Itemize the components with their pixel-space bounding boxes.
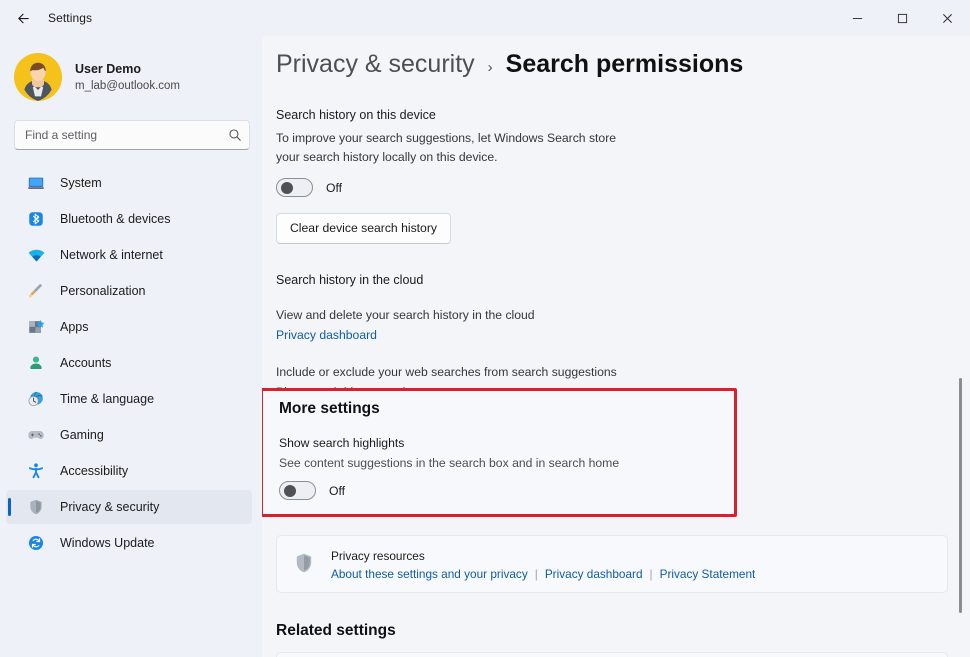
more-settings-card: More settings Show search highlights See… [263,391,734,514]
account-email: m_lab@outlook.com [75,79,180,92]
sidebar-item-label: Gaming [60,428,104,442]
wifi-icon [26,245,46,265]
back-arrow-icon [16,11,31,26]
clear-device-search-history-button[interactable]: Clear device search history [276,213,451,244]
sidebar-nav: System Bluetooth & devices Network & int… [0,166,262,560]
sidebar-item-apps[interactable]: Apps [6,310,252,344]
settings-body: Search history on this device To improve… [262,108,970,401]
sidebar-item-label: Accounts [60,356,112,370]
title-bar: Settings [0,0,970,36]
link-divider: | [534,566,538,581]
device-history-heading: Search history on this device [276,108,436,122]
sidebar-item-label: Network & internet [60,248,163,262]
scrollbar-thumb[interactable] [959,378,962,613]
more-settings-title: More settings [279,400,380,417]
privacy-resources-links: About these settings and your privacy | … [331,567,755,581]
device-history-toggle-row: Off [276,178,956,197]
clock-globe-icon [26,389,46,409]
breadcrumb: Privacy & security › Search permissions [262,36,970,79]
sidebar-item-privacy-security[interactable]: Privacy & security [6,490,252,524]
privacy-dashboard-link[interactable]: Privacy dashboard [276,328,377,342]
page-title: Search permissions [505,50,744,78]
maximize-icon [897,13,908,24]
accessibility-icon [26,461,46,481]
related-settings-heading: Related settings [276,622,396,639]
update-icon [26,533,46,553]
privacy-statement-link[interactable]: Privacy Statement [660,567,756,581]
show-search-highlights-description: See content suggestions in the search bo… [279,456,620,470]
search-input[interactable] [15,128,221,142]
paintbrush-icon [26,281,46,301]
sidebar-item-system[interactable]: System [6,166,252,200]
search-highlights-toggle[interactable] [279,481,316,500]
person-icon [26,353,46,373]
sidebar-item-windows-update[interactable]: Windows Update [6,526,252,560]
content-scrollbar[interactable] [956,40,966,653]
sidebar-item-label: Personalization [60,284,146,298]
gamepad-icon [26,425,46,445]
account-block[interactable]: User Demo m_lab@outlook.com [0,36,262,104]
search-highlights-toggle-state: Off [329,483,346,498]
settings-window: Settings User Demo m_lab@outlook.com Fin… [0,0,970,657]
sidebar-item-network-internet[interactable]: Network & internet [6,238,252,272]
breadcrumb-parent[interactable]: Privacy & security [276,50,475,79]
monitor-icon [26,173,46,193]
minimize-button[interactable] [835,0,880,36]
related-settings-card-partial[interactable] [276,652,948,657]
back-button[interactable] [6,3,40,33]
search-box[interactable] [14,120,250,150]
privacy-resources-title: Privacy resources [331,548,425,563]
show-search-highlights-label: Show search highlights [279,436,405,450]
sidebar-item-personalization[interactable]: Personalization [6,274,252,308]
privacy-resources-card: Privacy resources About these settings a… [276,535,948,593]
account-name: User Demo [75,61,141,76]
close-button[interactable] [925,0,970,36]
sidebar-item-label: Time & language [60,392,155,406]
sidebar-item-label: Windows Update [60,536,155,550]
shield-icon [26,497,46,517]
close-icon [942,13,953,24]
privacy-dashboard-card-link[interactable]: Privacy dashboard [545,567,643,581]
sidebar-item-label: System [60,176,102,190]
about-settings-privacy-link[interactable]: About these settings and your privacy [331,567,528,581]
bluetooth-icon [26,209,46,229]
apps-icon [26,317,46,337]
sidebar: User Demo m_lab@outlook.com Find a setti… [0,36,262,657]
sidebar-item-accounts[interactable]: Accounts [6,346,252,380]
search-icon[interactable] [221,128,249,142]
window-title: Settings [48,11,93,25]
sidebar-item-accessibility[interactable]: Accessibility [6,454,252,488]
avatar [14,53,62,101]
link-divider: | [649,566,653,581]
search-highlights-toggle-row: Off [279,481,734,500]
sidebar-item-label: Privacy & security [60,500,160,514]
device-history-toggle-state: Off [326,180,343,195]
toggle-knob [281,182,293,194]
minimize-icon [852,13,863,24]
device-history-toggle[interactable] [276,178,313,197]
sidebar-item-time-language[interactable]: Time & language [6,382,252,416]
maximize-button[interactable] [880,0,925,36]
privacy-resources-text: Privacy resources About these settings a… [331,548,755,581]
sidebar-item-gaming[interactable]: Gaming [6,418,252,452]
sidebar-item-bluetooth-devices[interactable]: Bluetooth & devices [6,202,252,236]
device-history-description: To improve your search suggestions, let … [276,131,617,164]
sidebar-item-label: Apps [60,320,89,334]
cloud-history-heading: Search history in the cloud [276,273,424,287]
account-meta: User Demo m_lab@outlook.com [75,61,180,94]
cloud-history-line1: View and delete your search history in t… [276,306,956,344]
sidebar-item-label: Bluetooth & devices [60,212,171,226]
shield-icon [293,552,317,576]
window-controls [835,0,970,36]
cloud-history-line2-text: Include or exclude your web searches fro… [276,365,617,379]
breadcrumb-separator-icon: › [487,59,493,76]
cloud-history-line1-text: View and delete your search history in t… [276,308,535,322]
toggle-knob [284,485,296,497]
sidebar-item-label: Accessibility [60,464,129,478]
